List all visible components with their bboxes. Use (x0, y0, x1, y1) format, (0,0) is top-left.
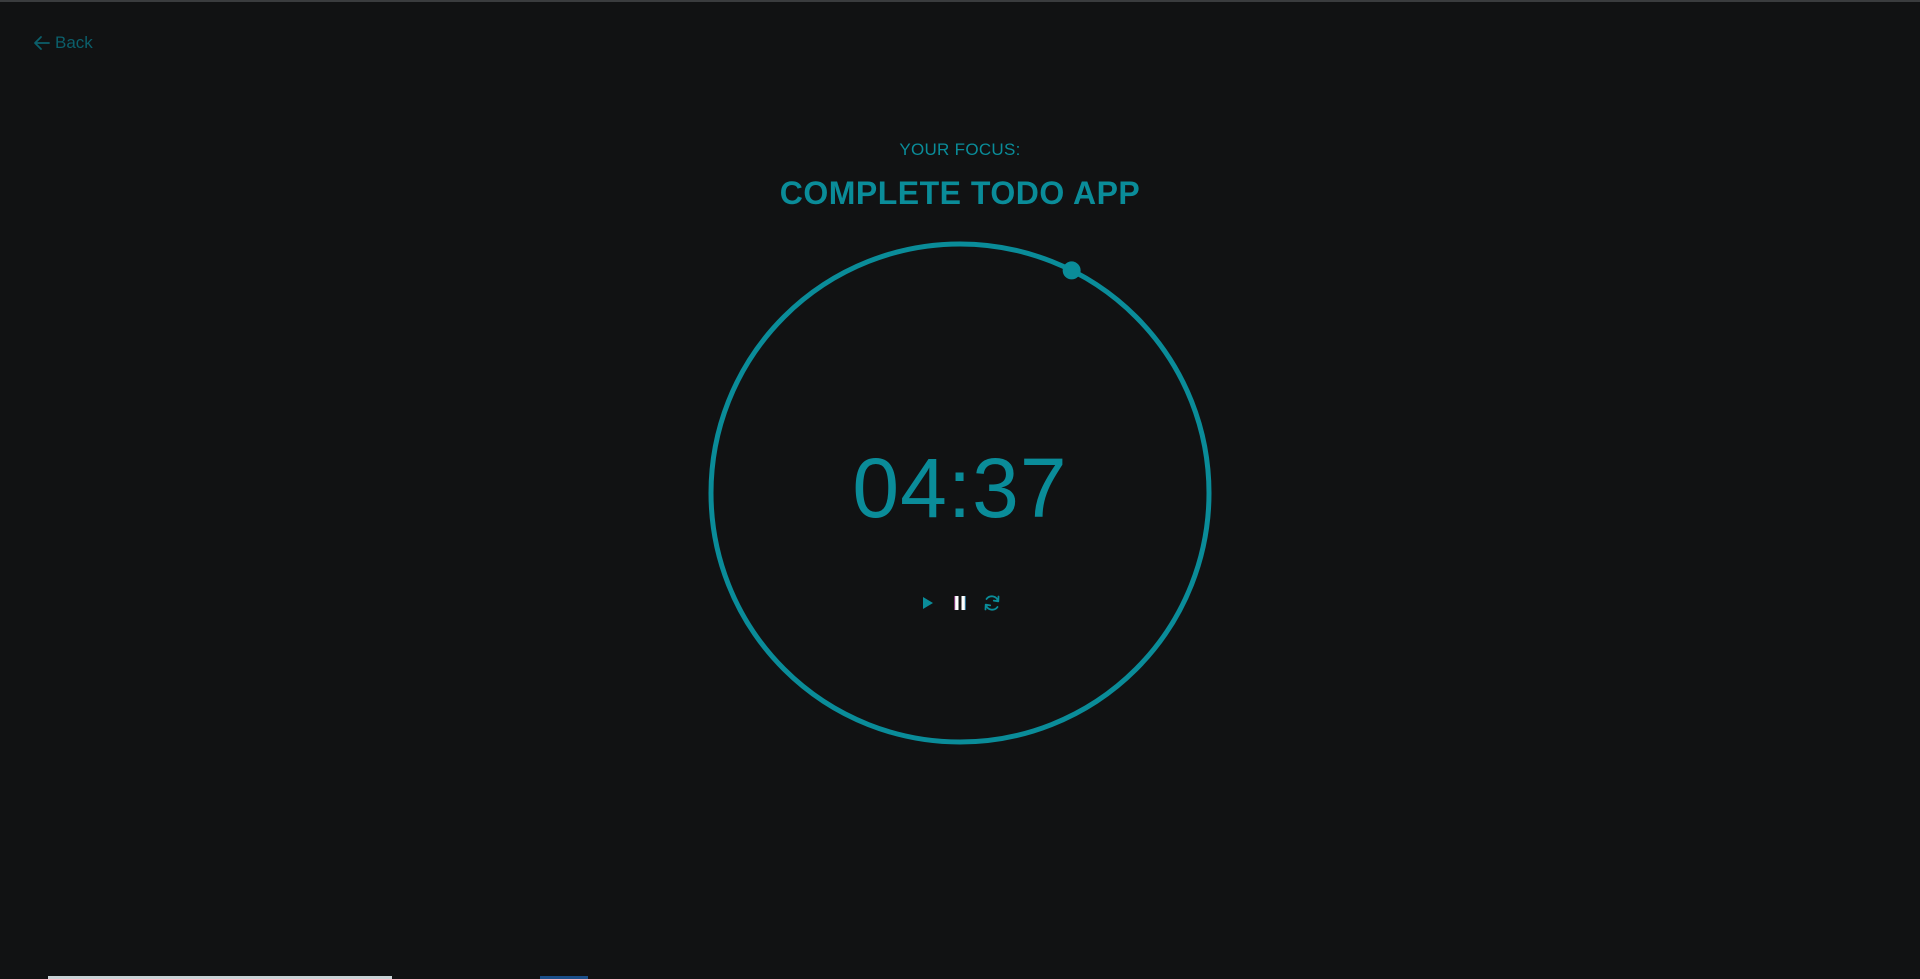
arrow-left-icon (33, 34, 51, 52)
pause-button[interactable] (950, 594, 970, 616)
back-link[interactable]: Back (33, 33, 93, 53)
back-label: Back (55, 33, 93, 52)
timer-progress-dot (1062, 261, 1081, 280)
focus-title: COMPLETE TODO APP (779, 175, 1141, 211)
reset-button[interactable] (982, 594, 1002, 616)
pause-icon (953, 595, 967, 616)
timer-controls (0, 594, 1920, 616)
play-icon (921, 595, 935, 616)
focus-label: YOUR FOCUS: (899, 140, 1021, 159)
timer-display: 04:37 (852, 441, 1068, 535)
window-top-border (0, 0, 1920, 2)
refresh-icon (982, 593, 1002, 618)
play-button[interactable] (918, 594, 938, 616)
